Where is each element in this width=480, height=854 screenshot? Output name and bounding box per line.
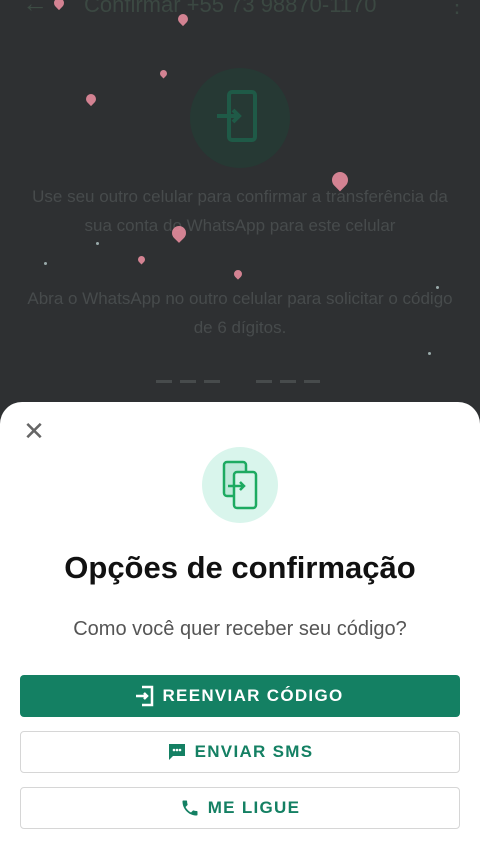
- phone-icon: [180, 798, 200, 818]
- send-sms-button[interactable]: ENVIAR SMS: [20, 731, 460, 773]
- call-me-button[interactable]: ME LIGUE: [20, 787, 460, 829]
- more-options-icon[interactable]: ⋮: [446, 0, 468, 18]
- send-sms-label: ENVIAR SMS: [194, 742, 314, 761]
- sheet-subtitle: Como você quer receber seu código?: [73, 618, 407, 640]
- confetti-petal: [232, 268, 244, 280]
- confetti-dot: [44, 262, 47, 265]
- confetti-petal: [136, 254, 147, 265]
- message-icon: [167, 742, 187, 762]
- code-input-placeholder: [150, 380, 330, 388]
- top-bar: ← Confirmar +55 73 98870-1170 ⋮: [0, 0, 480, 24]
- call-me-label: ME LIGUE: [207, 798, 301, 817]
- phone-transfer-icon: [202, 447, 278, 523]
- bg-open-app-text: Abra o WhatsApp no outro celular para so…: [27, 289, 453, 337]
- back-arrow-icon[interactable]: ←: [22, 0, 48, 16]
- confetti-dot: [436, 286, 439, 289]
- bg-phone-transfer-icon: [190, 68, 290, 168]
- screen-title: Confirmar +55 73 98870-1170: [84, 0, 377, 17]
- background-screen: ← Confirmar +55 73 98870-1170 ⋮ Use seu …: [0, 0, 480, 420]
- confetti-dot: [428, 352, 431, 355]
- bg-instruction-text: Use seu outro celular para confirmar a t…: [32, 187, 448, 235]
- confetti-petal: [158, 68, 169, 79]
- confirmation-options-sheet: ✕ Opções de confirmação Como você quer r…: [0, 402, 480, 854]
- login-icon: [136, 685, 154, 707]
- resend-code-button[interactable]: REENVIAR CÓDIGO: [20, 675, 460, 717]
- sheet-title: Opções de confirmação: [64, 550, 416, 585]
- confetti-dot: [96, 242, 99, 245]
- close-icon[interactable]: ✕: [22, 418, 46, 444]
- resend-code-label: REENVIAR CÓDIGO: [162, 686, 344, 705]
- confetti-petal: [83, 91, 99, 107]
